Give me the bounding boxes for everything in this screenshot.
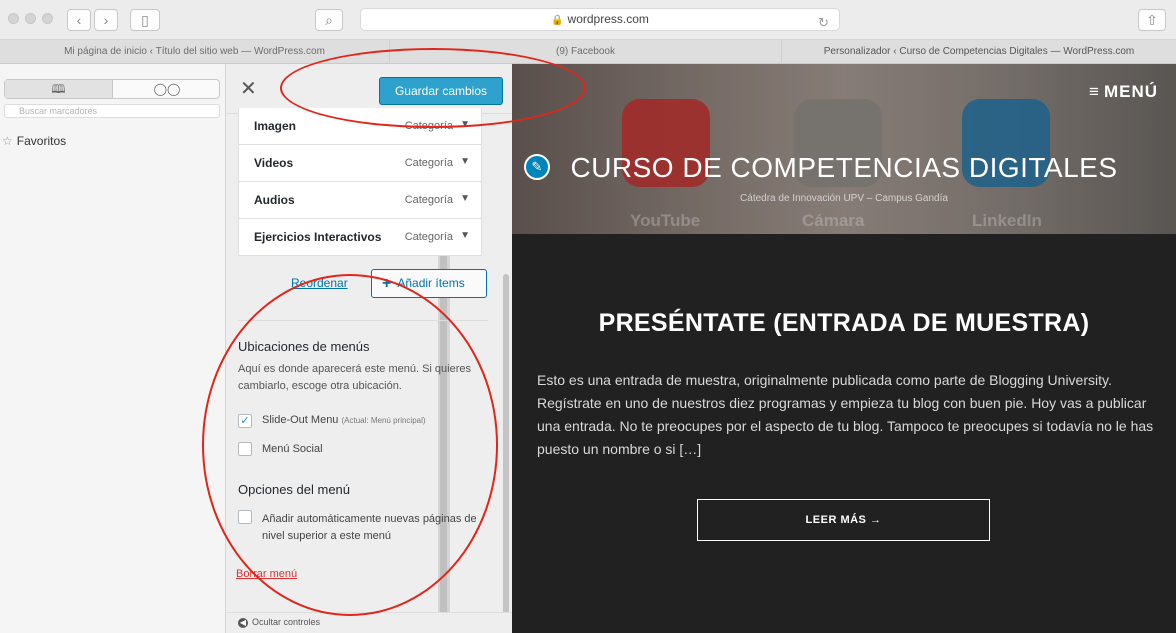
hide-controls-label: Ocultar controles	[252, 617, 321, 627]
menu-item-type: Categoría	[404, 194, 453, 206]
menu-items-list: Imagen Categoría ▼ Videos Categoría ▼ Au…	[238, 108, 482, 256]
read-more-button[interactable]: LEER MÁS →	[697, 499, 990, 541]
sidebar-toggle-button[interactable]: ▯	[130, 9, 160, 31]
location-note: (Actual: Menú principal)	[341, 416, 426, 425]
tab-facebook[interactable]: (9) Facebook	[390, 40, 782, 64]
edit-pencil-icon[interactable]: ✎	[524, 154, 550, 180]
sidebar-segmented-control: 🕮 ◯◯	[4, 79, 220, 99]
location-label: Slide-Out Menu	[262, 414, 339, 426]
minimize-window-dot[interactable]	[25, 13, 36, 24]
bookmarks-tab[interactable]: 🕮	[5, 80, 113, 98]
expand-arrow-icon[interactable]: ▼	[460, 193, 470, 204]
expand-arrow-icon[interactable]: ▼	[460, 156, 470, 167]
tab-bar: Mi página de inicio ‹ Título del sitio w…	[0, 40, 1176, 64]
menu-item-type: Categoría	[404, 231, 453, 243]
add-items-label: Añadir ítems	[397, 276, 465, 290]
lock-icon: 🔒	[551, 15, 564, 26]
post-excerpt: Esto es una entrada de muestra, original…	[537, 372, 1154, 457]
collapse-icon: ◀	[238, 618, 248, 628]
post-title[interactable]: PRESÉNTATE (ENTRADA DE MUESTRA)	[512, 309, 1176, 338]
address-bar[interactable]: 🔒 wordpress.com ↻	[360, 8, 840, 31]
plus-icon: +	[382, 275, 392, 292]
expand-arrow-icon[interactable]: ▼	[460, 230, 470, 241]
menu-label: MENÚ	[1103, 82, 1158, 101]
reorder-link[interactable]: Reordenar	[291, 276, 348, 290]
menu-item-type: Categoría	[404, 157, 453, 169]
address-text: wordpress.com	[567, 12, 649, 26]
glasses-icon: ◯◯	[153, 82, 181, 96]
menu-toggle[interactable]: ≡ MENÚ	[1089, 82, 1158, 102]
menu-item-ejercicios[interactable]: Ejercicios Interactivos Categoría ▼	[238, 219, 482, 256]
tab-personalizador[interactable]: Personalizador ‹ Curso de Competencias D…	[782, 40, 1176, 64]
menu-item-imagen[interactable]: Imagen Categoría ▼	[238, 108, 482, 145]
customizer-panel: ✕ Guardar cambios Imagen Categoría ▼ Vid…	[226, 64, 512, 633]
auto-add-pages-checkbox[interactable]	[238, 510, 252, 524]
menu-locations-title: Ubicaciones de menús	[238, 339, 370, 354]
slide-out-menu-checkbox[interactable]: ✓	[238, 414, 252, 428]
tab-mi-pagina[interactable]: Mi página de inicio ‹ Título del sitio w…	[0, 40, 390, 64]
social-menu-checkbox[interactable]	[238, 442, 252, 456]
browser-toolbar: ‹ › ▯ ⌕ 🔒 wordpress.com ↻ ⇧	[0, 0, 1176, 40]
share-button[interactable]: ⇧	[1138, 9, 1166, 31]
favorites-label: Favoritos	[16, 134, 67, 148]
auto-add-pages-label: Añadir automáticamente nuevas páginas de…	[262, 513, 477, 542]
forward-button[interactable]: ›	[94, 9, 118, 31]
section-divider	[238, 320, 488, 321]
hero-overlay	[512, 64, 1176, 234]
menu-item-type: Categoría	[404, 120, 453, 132]
menu-locations-description: Aquí es donde aparecerá este menú. Si qu…	[238, 363, 471, 392]
site-header-image: YouTube Cámara LinkedIn CURSO DE COMPETE…	[512, 64, 1176, 234]
slide-out-menu-label: Slide-Out Menu (Actual: Menú principal)	[262, 414, 426, 426]
reload-icon[interactable]: ↻	[818, 12, 829, 33]
search-button[interactable]: ⌕	[315, 9, 343, 31]
menu-item-name: Ejercicios Interactivos	[254, 230, 382, 244]
close-icon[interactable]: ✕	[240, 76, 257, 101]
menu-options-title: Opciones del menú	[238, 482, 351, 497]
star-icon: ☆	[2, 134, 13, 148]
close-window-dot[interactable]	[8, 13, 19, 24]
menu-item-name: Audios	[254, 193, 295, 207]
hamburger-icon: ≡	[1089, 82, 1100, 101]
back-button[interactable]: ‹	[67, 9, 91, 31]
bookmarks-sidebar: 🕮 ◯◯ Buscar marcadores ☆ Favoritos	[0, 64, 226, 633]
menu-item-videos[interactable]: Videos Categoría ▼	[238, 145, 482, 182]
menu-item-name: Imagen	[254, 119, 297, 133]
customizer-header: ✕ Guardar cambios	[226, 64, 512, 114]
menu-item-name: Videos	[254, 156, 294, 170]
expand-arrow-icon[interactable]: ▼	[460, 119, 470, 130]
site-tagline: Cátedra de Innovación UPV – Campus Gandí…	[740, 193, 948, 204]
book-icon: 🕮	[51, 82, 66, 96]
save-changes-button[interactable]: Guardar cambios	[379, 77, 503, 105]
favorites-item[interactable]: ☆ Favoritos	[2, 134, 66, 148]
bookmarks-search-input[interactable]: Buscar marcadores	[4, 104, 220, 118]
site-preview: YouTube Cámara LinkedIn CURSO DE COMPETE…	[512, 64, 1176, 633]
panel-scrollbar[interactable]	[503, 274, 509, 614]
hide-controls-button[interactable]: ◀ Ocultar controles	[238, 617, 320, 628]
zoom-window-dot[interactable]	[42, 13, 53, 24]
menu-item-audios[interactable]: Audios Categoría ▼	[238, 182, 482, 219]
social-menu-label: Menú Social	[262, 443, 323, 455]
customizer-footer: ◀ Ocultar controles	[226, 612, 512, 633]
add-items-button[interactable]: + Añadir ítems	[371, 269, 487, 298]
site-title[interactable]: CURSO DE COMPETENCIAS DIGITALES	[512, 152, 1176, 184]
delete-menu-link[interactable]: Borrar menú	[236, 568, 297, 580]
reading-list-tab[interactable]: ◯◯	[113, 80, 221, 98]
